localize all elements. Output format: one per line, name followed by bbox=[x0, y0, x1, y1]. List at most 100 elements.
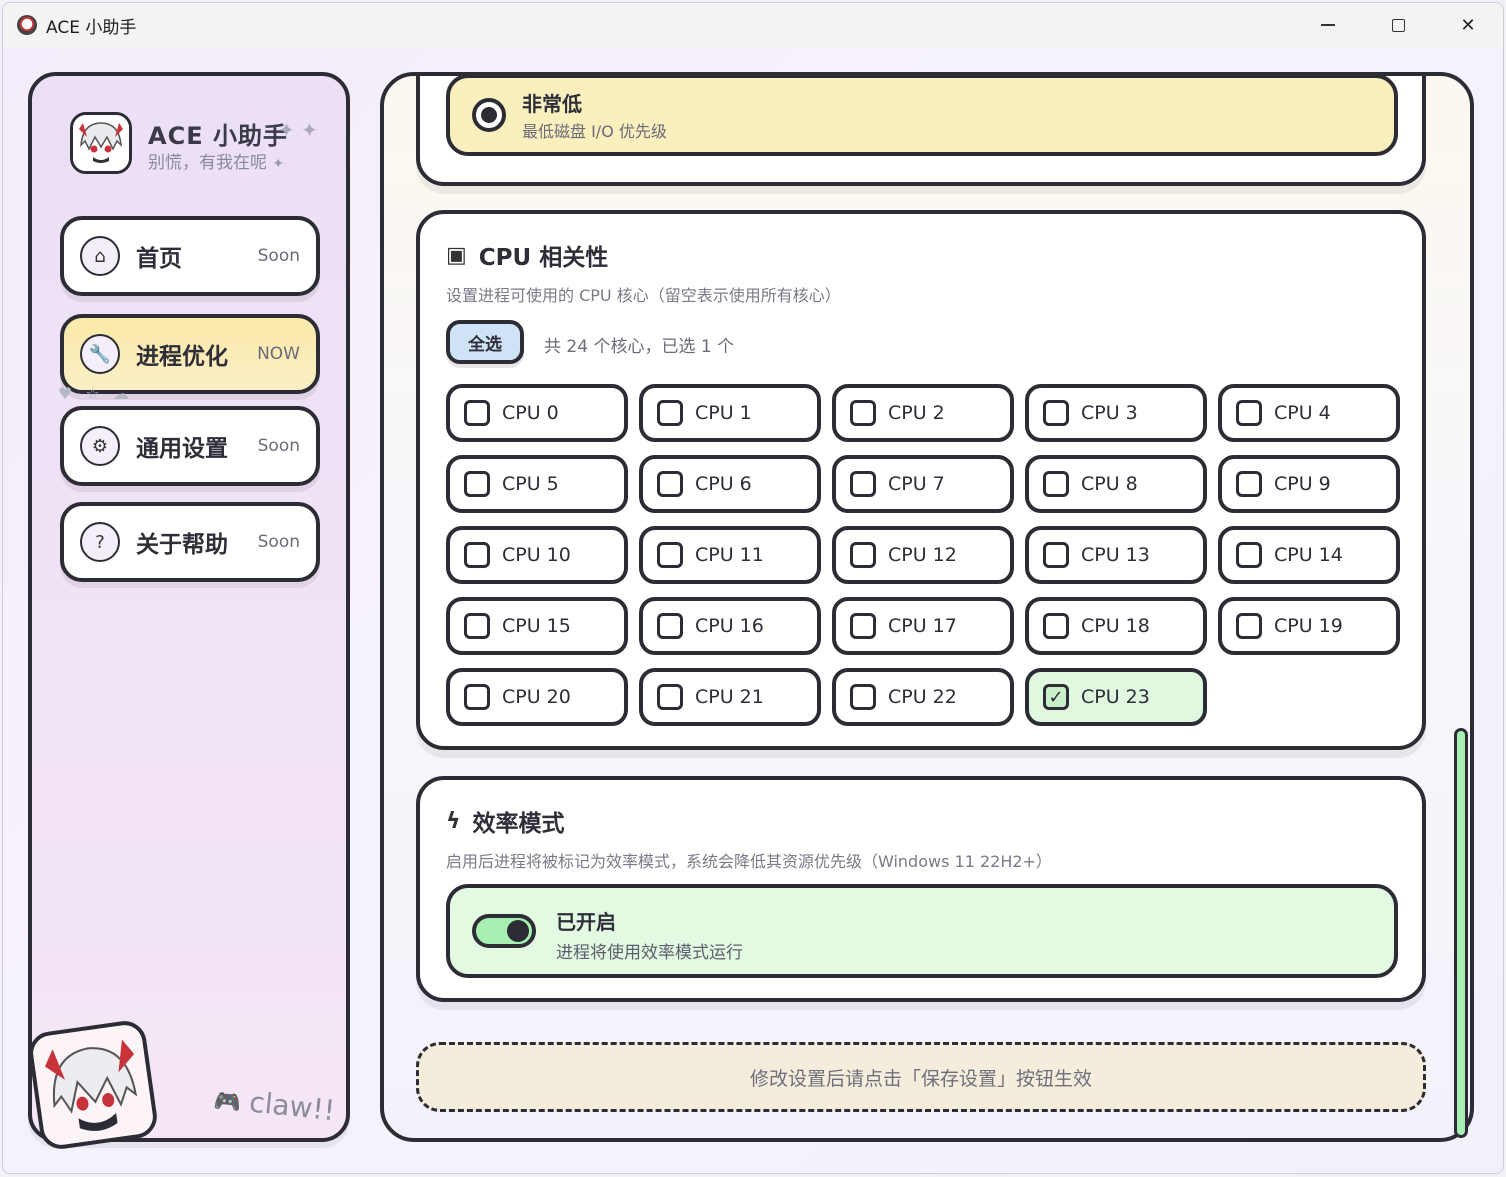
cpu-core-label: CPU 7 bbox=[888, 473, 945, 495]
io-priority-option[interactable]: 非常低 最低磁盘 I/O 优先级 bbox=[446, 76, 1398, 156]
checkbox-icon bbox=[1043, 400, 1069, 426]
brand-avatar bbox=[70, 112, 132, 174]
checkbox-icon bbox=[657, 684, 683, 710]
cpu-core-label: CPU 12 bbox=[888, 544, 957, 566]
cpu-core-label: CPU 15 bbox=[502, 615, 571, 637]
cpu-core-label: CPU 17 bbox=[888, 615, 957, 637]
app-logo-icon bbox=[17, 15, 37, 35]
nav-item-home[interactable]: ⌂ 首页 Soon bbox=[60, 216, 320, 296]
close-icon: ✕ bbox=[1460, 14, 1476, 36]
cpu-core-checkbox[interactable]: CPU 18 bbox=[1025, 597, 1207, 655]
cpu-core-label: CPU 21 bbox=[695, 686, 764, 708]
cpu-core-checkbox[interactable]: CPU 9 bbox=[1218, 455, 1400, 513]
cpu-core-label: CPU 18 bbox=[1081, 615, 1150, 637]
checkbox-icon bbox=[464, 684, 490, 710]
footer-claw-text: 🎮 claw!! bbox=[213, 1082, 337, 1127]
nav-item-settings[interactable]: ⚙ 通用设置 Soon bbox=[60, 406, 320, 486]
checkbox-icon bbox=[850, 471, 876, 497]
cpu-core-checkbox[interactable]: CPU 10 bbox=[446, 526, 628, 584]
help-icon: ? bbox=[80, 522, 120, 562]
cpu-core-checkbox[interactable]: CPU 13 bbox=[1025, 526, 1207, 584]
nav-item-label: 关于帮助 bbox=[136, 532, 228, 558]
checkbox-icon bbox=[657, 471, 683, 497]
checkbox-icon bbox=[1043, 613, 1069, 639]
cpu-core-checkbox[interactable]: CPU 2 bbox=[832, 384, 1014, 442]
cpu-core-checkbox[interactable]: CPU 21 bbox=[639, 668, 821, 726]
efficiency-card-desc: 启用后进程将被标记为效率模式，系统会降低其资源优先级（Windows 11 22… bbox=[446, 852, 1052, 871]
maximize-icon bbox=[1391, 18, 1405, 32]
cpu-core-checkbox[interactable]: CPU 19 bbox=[1218, 597, 1400, 655]
nav-item-badge: NOW bbox=[257, 344, 300, 364]
wrench-icon: 🔧 bbox=[80, 334, 120, 374]
nav-item-help[interactable]: ? 关于帮助 Soon bbox=[60, 502, 320, 582]
scrollbar-thumb[interactable] bbox=[1454, 728, 1468, 1138]
brand-subtitle-text: 别慌，有我在呢 bbox=[148, 153, 267, 173]
gamepad-icon: 🎮 bbox=[212, 1088, 243, 1117]
cpu-card-title: ▣ CPU 相关性 bbox=[446, 238, 608, 272]
cpu-core-label: CPU 8 bbox=[1081, 473, 1138, 495]
home-icon: ⌂ bbox=[80, 236, 120, 276]
cpu-core-checkbox[interactable]: CPU 22 bbox=[832, 668, 1014, 726]
efficiency-toggle[interactable] bbox=[472, 914, 536, 948]
decor-icons: ♥ ☆ ☁ bbox=[58, 384, 133, 403]
cpu-core-checkbox[interactable]: ✓ CPU 23 bbox=[1025, 668, 1207, 726]
checkbox-icon bbox=[464, 400, 490, 426]
mascot-image bbox=[26, 1018, 160, 1152]
cpu-core-label: CPU 20 bbox=[502, 686, 571, 708]
cpu-card-desc: 设置进程可使用的 CPU 核心（留空表示使用所有核心） bbox=[446, 286, 841, 305]
cpu-core-checkbox[interactable]: CPU 14 bbox=[1218, 526, 1400, 584]
close-button[interactable]: ✕ bbox=[1433, 3, 1503, 47]
checkbox-icon bbox=[850, 684, 876, 710]
cpu-affinity-card: ▣ CPU 相关性 设置进程可使用的 CPU 核心（留空表示使用所有核心） 全选… bbox=[416, 210, 1426, 750]
efficiency-toggle-desc: 进程将使用效率模式运行 bbox=[556, 943, 743, 963]
checkbox-icon bbox=[464, 542, 490, 568]
nav-item-badge: Soon bbox=[257, 532, 300, 552]
checkbox-icon bbox=[1236, 400, 1262, 426]
title-bar: ACE 小助手 ✕ bbox=[3, 3, 1503, 47]
checkmark-icon: ✓ bbox=[1043, 684, 1069, 710]
efficiency-toggle-label: 已开启 bbox=[556, 910, 616, 934]
cpu-core-label: CPU 19 bbox=[1274, 615, 1343, 637]
cpu-core-checkbox[interactable]: CPU 5 bbox=[446, 455, 628, 513]
radio-selected[interactable] bbox=[472, 98, 506, 132]
save-notice: 修改设置后请点击「保存设置」按钮生效 bbox=[416, 1042, 1426, 1112]
main-panel: 非常低 最低磁盘 I/O 优先级 ▣ CPU 相关性 设置进程可使用的 CPU … bbox=[380, 72, 1474, 1142]
efficiency-card-title: ϟ 效率模式 bbox=[446, 804, 565, 838]
minimize-icon bbox=[1321, 24, 1335, 26]
cpu-core-checkbox[interactable]: CPU 15 bbox=[446, 597, 628, 655]
efficiency-toggle-row[interactable]: 已开启 进程将使用效率模式运行 bbox=[446, 884, 1398, 978]
cpu-core-label: CPU 5 bbox=[502, 473, 559, 495]
cpu-core-checkbox[interactable]: CPU 17 bbox=[832, 597, 1014, 655]
checkbox-icon bbox=[1043, 542, 1069, 568]
checkbox-icon bbox=[850, 400, 876, 426]
cpu-core-checkbox[interactable]: CPU 7 bbox=[832, 455, 1014, 513]
brand-subtitle: 别慌，有我在呢 ✦ bbox=[148, 148, 284, 173]
efficiency-mode-card: ϟ 效率模式 启用后进程将被标记为效率模式，系统会降低其资源优先级（Window… bbox=[416, 776, 1426, 1002]
nav-item-process-optimize[interactable]: 🔧 进程优化 NOW bbox=[60, 314, 320, 394]
window-title: ACE 小助手 bbox=[46, 17, 137, 38]
cpu-core-checkbox[interactable]: CPU 11 bbox=[639, 526, 821, 584]
cpu-core-checkbox[interactable]: CPU 16 bbox=[639, 597, 821, 655]
cpu-core-checkbox[interactable]: CPU 12 bbox=[832, 526, 1014, 584]
checkbox-icon bbox=[657, 613, 683, 639]
cpu-core-checkbox[interactable]: CPU 6 bbox=[639, 455, 821, 513]
select-all-button[interactable]: 全选 bbox=[446, 320, 524, 364]
cpu-core-checkbox[interactable]: CPU 1 bbox=[639, 384, 821, 442]
cpu-title-text: CPU 相关性 bbox=[478, 245, 609, 271]
cpu-core-label: CPU 2 bbox=[888, 402, 945, 424]
mascot-illustration-icon bbox=[30, 1022, 156, 1148]
checkbox-icon bbox=[464, 613, 490, 639]
cpu-core-checkbox[interactable]: CPU 0 bbox=[446, 384, 628, 442]
maximize-button[interactable] bbox=[1363, 3, 1433, 47]
nav-item-label: 通用设置 bbox=[136, 436, 228, 462]
cpu-core-checkbox[interactable]: CPU 8 bbox=[1025, 455, 1207, 513]
cpu-core-checkbox[interactable]: CPU 20 bbox=[446, 668, 628, 726]
brand-title: ACE 小助手 bbox=[148, 122, 288, 150]
cpu-core-checkbox[interactable]: CPU 4 bbox=[1218, 384, 1400, 442]
core-count-text: 共 24 个核心，已选 1 个 bbox=[544, 337, 735, 357]
checkbox-icon bbox=[657, 400, 683, 426]
lightning-icon: ϟ bbox=[446, 808, 461, 834]
minimize-button[interactable] bbox=[1293, 3, 1363, 47]
mascot-face-icon bbox=[73, 115, 129, 171]
cpu-core-checkbox[interactable]: CPU 3 bbox=[1025, 384, 1207, 442]
